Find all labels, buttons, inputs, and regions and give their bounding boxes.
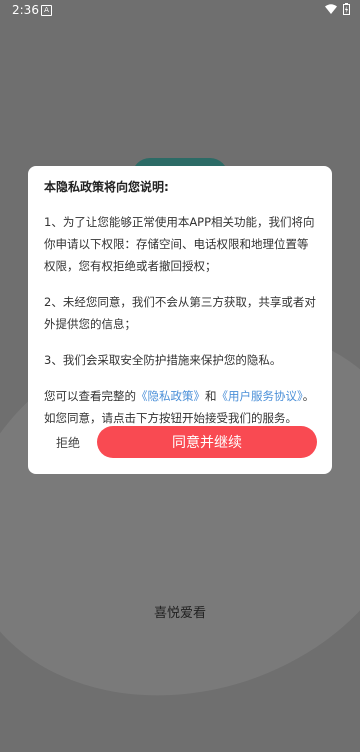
- user-agreement-link[interactable]: 《用户服务协议》: [217, 389, 303, 403]
- status-bar: 2:36 A: [0, 0, 360, 20]
- privacy-item-2: 2、未经您同意，我们不会从第三方获取，共享或者对外提供您的信息；: [44, 295, 316, 331]
- battery-icon: [343, 3, 350, 15]
- notification-icon: A: [41, 5, 52, 16]
- status-time: 2:36: [12, 3, 39, 17]
- dialog-title: 本隐私政策将向您说明:: [44, 180, 169, 194]
- reject-button[interactable]: 拒绝: [56, 434, 80, 451]
- status-icons: [325, 3, 350, 15]
- wifi-icon: [325, 4, 337, 14]
- notice-and: 和: [205, 389, 217, 403]
- privacy-item-3: 3、我们会采取安全防护措施来保护您的隐私。: [44, 353, 282, 367]
- notice-prefix: 您可以查看完整的: [44, 389, 136, 403]
- policy-notice: 您可以查看完整的《隐私政策》和《用户服务协议》。如您同意，请点击下方按钮开始接受…: [44, 385, 316, 429]
- agree-continue-button[interactable]: 同意并继续: [97, 426, 317, 458]
- privacy-dialog: 本隐私政策将向您说明: 1、为了让您能够正常使用本APP相关功能，我们将向你申请…: [28, 166, 332, 474]
- privacy-item-1: 1、为了让您能够正常使用本APP相关功能，我们将向你申请以下权限：存储空间、电话…: [44, 215, 315, 273]
- dialog-actions: 拒绝 同意并继续: [44, 426, 317, 458]
- privacy-policy-link[interactable]: 《隐私政策》: [136, 389, 205, 403]
- app-name: 喜悦爱看: [153, 606, 206, 621]
